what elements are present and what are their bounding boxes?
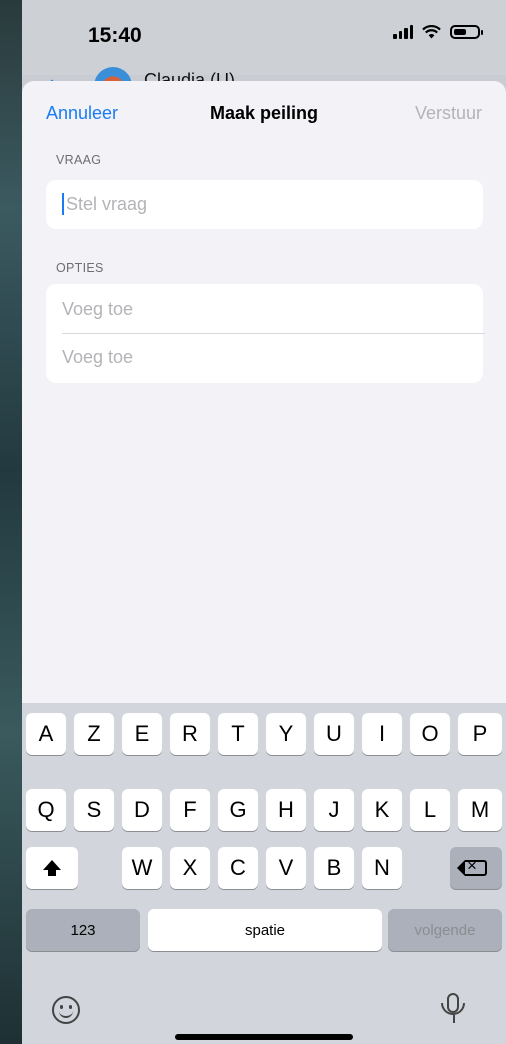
space-key[interactable]: spatie xyxy=(148,909,382,951)
key-e[interactable]: E xyxy=(122,713,162,755)
key-z[interactable]: Z xyxy=(74,713,114,755)
key-j[interactable]: J xyxy=(314,789,354,831)
key-c[interactable]: C xyxy=(218,847,258,889)
key-g[interactable]: G xyxy=(218,789,258,831)
key-u[interactable]: U xyxy=(314,713,354,755)
send-button[interactable]: Verstuur xyxy=(415,103,482,124)
shift-icon xyxy=(43,860,61,876)
key-m[interactable]: M xyxy=(458,789,502,831)
shift-key[interactable] xyxy=(26,847,78,889)
background-wallpaper xyxy=(0,0,22,1044)
key-w[interactable]: W xyxy=(122,847,162,889)
key-h[interactable]: H xyxy=(266,789,306,831)
key-v[interactable]: V xyxy=(266,847,306,889)
key-n[interactable]: N xyxy=(362,847,402,889)
emoji-icon[interactable] xyxy=(52,996,80,1024)
text-cursor xyxy=(62,193,64,215)
key-i[interactable]: I xyxy=(362,713,402,755)
options-list: Voeg toe Voeg toe xyxy=(46,284,485,383)
battery-icon xyxy=(450,25,483,39)
key-y[interactable]: Y xyxy=(266,713,306,755)
key-d[interactable]: D xyxy=(122,789,162,831)
key-q[interactable]: Q xyxy=(26,789,66,831)
key-b[interactable]: B xyxy=(314,847,354,889)
key-x[interactable]: X xyxy=(170,847,210,889)
divider xyxy=(62,333,485,334)
key-r[interactable]: R xyxy=(170,713,210,755)
option-field-1[interactable]: Voeg toe xyxy=(62,299,133,320)
wifi-icon xyxy=(422,25,441,39)
next-key[interactable]: volgende xyxy=(388,909,502,951)
cellular-signal-icon xyxy=(393,25,413,39)
key-t[interactable]: T xyxy=(218,713,258,755)
key-p[interactable]: P xyxy=(458,713,502,755)
status-icons xyxy=(393,25,483,39)
backspace-key[interactable] xyxy=(450,847,502,889)
option-field-2[interactable]: Voeg toe xyxy=(62,347,133,368)
key-s[interactable]: S xyxy=(74,789,114,831)
question-section-label: VRAAG xyxy=(56,153,102,167)
microphone-icon-base xyxy=(441,1003,465,1015)
key-f[interactable]: F xyxy=(170,789,210,831)
key-l[interactable]: L xyxy=(410,789,450,831)
options-section-label: OPTIES xyxy=(56,261,104,275)
home-indicator[interactable] xyxy=(175,1034,353,1040)
question-field[interactable]: Stel vraag xyxy=(46,180,483,229)
question-placeholder[interactable]: Stel vraag xyxy=(66,194,147,215)
phone-screen: 15:40 Claudia (U) Annuleer Maak peiling … xyxy=(22,0,506,1044)
key-o[interactable]: O xyxy=(410,713,450,755)
status-time: 15:40 xyxy=(88,24,142,47)
key-a[interactable]: A xyxy=(26,713,66,755)
key-k[interactable]: K xyxy=(362,789,402,831)
numbers-key[interactable]: 123 xyxy=(26,909,140,951)
backspace-icon xyxy=(457,856,487,876)
keyboard: A Z E R T Y U I O P Q S D F G H J K L M … xyxy=(22,703,506,1044)
